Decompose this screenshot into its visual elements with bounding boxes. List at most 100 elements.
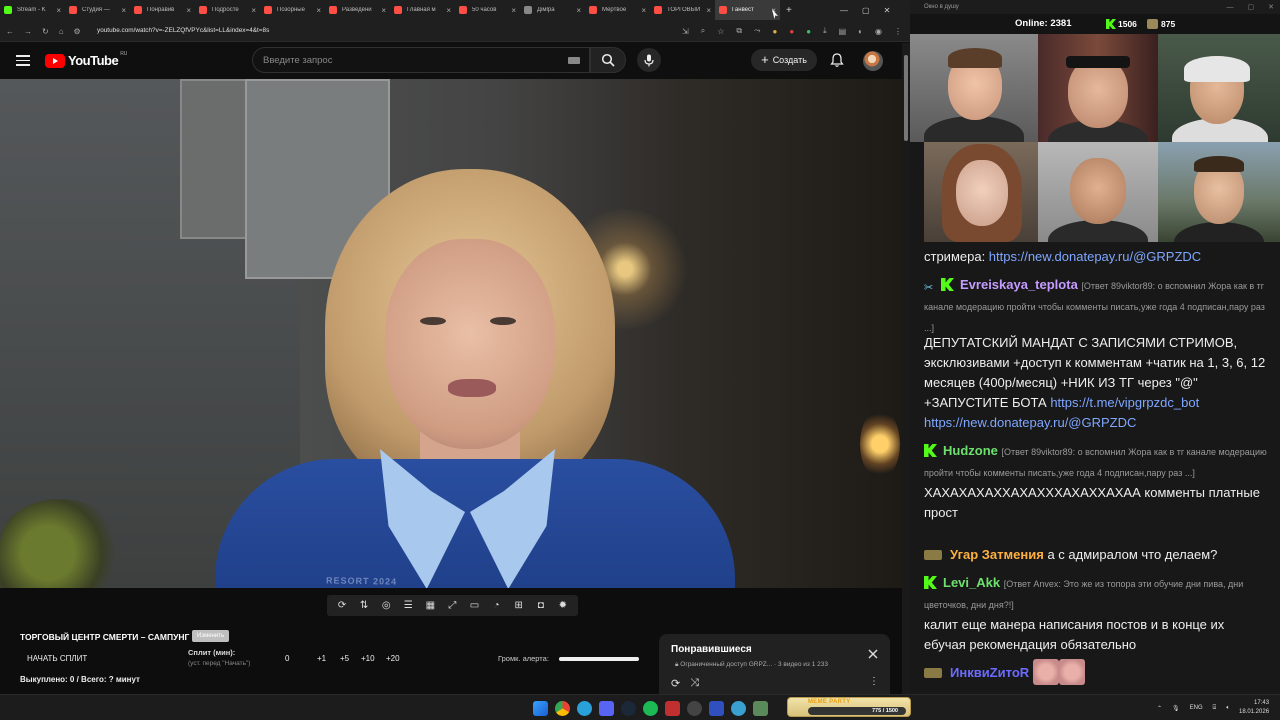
back-icon[interactable]: ← bbox=[6, 27, 14, 36]
volume-icon[interactable]: 🔈︎ bbox=[1226, 705, 1230, 712]
cast-icon[interactable]: ⤳ bbox=[754, 26, 760, 36]
camera-icon[interactable]: ◘ bbox=[534, 599, 548, 613]
extension-green-icon[interactable]: ● bbox=[806, 27, 811, 36]
tab-close-icon[interactable]: × bbox=[186, 6, 191, 15]
chat-link[interactable]: https://new.donatepay.ru/@GRPZDC bbox=[989, 249, 1201, 264]
browser-tab[interactable]: Разведени × bbox=[325, 0, 390, 20]
close-icon[interactable] bbox=[867, 648, 879, 660]
browser-tab[interactable]: Дiмlра × bbox=[520, 0, 585, 20]
tab-close-icon[interactable]: × bbox=[316, 6, 321, 15]
tab-close-icon[interactable]: × bbox=[511, 6, 516, 15]
alert-volume-slider[interactable] bbox=[559, 657, 639, 661]
chrome-icon[interactable] bbox=[555, 700, 570, 716]
discord-icon[interactable] bbox=[599, 700, 614, 716]
speed-icon[interactable]: ◔ bbox=[490, 599, 504, 613]
split-plus-1-button[interactable]: +1 bbox=[317, 654, 326, 663]
page-scrollbar[interactable] bbox=[902, 43, 910, 694]
app-icon[interactable] bbox=[665, 700, 680, 716]
search-button[interactable] bbox=[590, 47, 626, 73]
tab-close-icon[interactable]: × bbox=[576, 6, 581, 15]
windows-start-icon[interactable] bbox=[533, 700, 548, 716]
browser-tab[interactable]: Ганвест × bbox=[715, 0, 780, 20]
extension-red-icon[interactable]: ● bbox=[789, 27, 794, 36]
loop-playlist-icon[interactable]: ⟳ bbox=[671, 677, 680, 690]
account-avatar[interactable] bbox=[863, 51, 883, 71]
grid-app-icon[interactable] bbox=[753, 700, 768, 716]
more-vert-icon[interactable]: ⋮ bbox=[869, 676, 879, 687]
chat-link[interactable]: https://new.donatepay.ru/@GRPZDC bbox=[924, 415, 1136, 430]
meme-party-widget[interactable]: MEME PARTY 775 / 1500 bbox=[787, 697, 911, 717]
chat-link[interactable]: https://t.me/vipgrpzdc_bot bbox=[1050, 395, 1199, 410]
browser-tab[interactable]: 50 часов × bbox=[455, 0, 520, 20]
obs-icon[interactable] bbox=[687, 700, 702, 716]
zoom-icon[interactable]: ⌕ bbox=[701, 26, 705, 36]
liked-playlist-title[interactable]: Понравившиеся bbox=[671, 644, 752, 655]
search-input[interactable]: Введите запрос bbox=[252, 47, 590, 73]
broadcast-icon[interactable]: ◎ bbox=[379, 599, 393, 613]
change-game-button[interactable]: Изменить bbox=[192, 630, 230, 642]
tab-close-icon[interactable]: × bbox=[706, 6, 711, 15]
maximize-icon[interactable]: ▢ bbox=[862, 6, 870, 15]
playlist-icon[interactable]: ☰ bbox=[401, 599, 415, 613]
bookmark-star-icon[interactable]: ☆ bbox=[717, 27, 724, 36]
voice-search-button[interactable] bbox=[637, 48, 661, 72]
minimize-icon[interactable]: — bbox=[840, 6, 848, 15]
sort-icon[interactable]: ⇅ bbox=[357, 599, 371, 613]
telegram-alt-icon[interactable] bbox=[731, 700, 746, 716]
minimize-icon[interactable]: — bbox=[1227, 4, 1234, 11]
youtube-logo[interactable]: YouTube RU bbox=[45, 51, 127, 68]
browser-menu-icon[interactable]: ⋮ bbox=[894, 27, 902, 36]
site-info-icon[interactable]: ⚙ bbox=[74, 27, 81, 36]
home-icon[interactable]: ⌂ bbox=[59, 27, 64, 36]
film-icon[interactable]: ▦ bbox=[423, 599, 437, 613]
settings-gear-icon[interactable]: ✹ bbox=[556, 599, 570, 613]
chat-username[interactable]: ИнквиZитоR bbox=[950, 665, 1029, 680]
start-split-button[interactable]: НАЧАТЬ СПЛИТ bbox=[27, 654, 87, 663]
scrollbar-thumb[interactable] bbox=[904, 55, 908, 141]
taskbar-clock[interactable]: 17:43 18.01.2026 bbox=[1239, 699, 1269, 717]
resize-icon[interactable]: ⤢ bbox=[445, 599, 459, 613]
loop-icon[interactable]: ⟳ bbox=[335, 599, 349, 613]
tab-close-icon[interactable]: × bbox=[641, 6, 646, 15]
captions-icon[interactable]: ▭ bbox=[468, 599, 482, 613]
browser-tab[interactable]: Главная м × bbox=[390, 0, 455, 20]
tab-close-icon[interactable]: × bbox=[381, 6, 386, 15]
split-plus-20-button[interactable]: +20 bbox=[386, 654, 400, 663]
mic-tray-icon[interactable]: 🎙︎ bbox=[1172, 705, 1180, 712]
media-icon[interactable] bbox=[709, 700, 724, 716]
chat-username[interactable]: Levi_Akk bbox=[943, 575, 1000, 590]
close-icon[interactable]: ✕ bbox=[1268, 3, 1274, 11]
chat-username[interactable]: Evreiskaya_teplota bbox=[960, 277, 1078, 292]
browser-tab[interactable]: Позорные × bbox=[260, 0, 325, 20]
tab-close-icon[interactable]: × bbox=[56, 6, 61, 15]
steam-icon[interactable] bbox=[621, 700, 636, 716]
chat-username[interactable]: Hudzone bbox=[943, 443, 998, 458]
tab-close-icon[interactable]: × bbox=[446, 6, 451, 15]
maximize-icon[interactable]: ▢ bbox=[1248, 3, 1255, 11]
language-indicator[interactable]: ENG bbox=[1190, 705, 1203, 711]
browser-tab[interactable]: Студия — × bbox=[65, 0, 130, 20]
download-icon[interactable]: ⤓ bbox=[823, 26, 827, 36]
forward-icon[interactable]: → bbox=[24, 27, 32, 36]
browser-tab[interactable]: Stream - K × bbox=[0, 0, 65, 20]
shuffle-icon[interactable]: ⤨ bbox=[690, 677, 699, 690]
network-icon[interactable]: ⌸ bbox=[1213, 705, 1217, 712]
browser-tab[interactable]: Мертвое × bbox=[585, 0, 650, 20]
url-field[interactable]: youtube.com/watch?v=-ZELZQfVPYc&list=LL&… bbox=[97, 24, 269, 38]
tab-close-icon[interactable]: × bbox=[121, 6, 126, 15]
spotify-icon[interactable] bbox=[643, 700, 658, 716]
new-tab-icon[interactable]: + bbox=[786, 5, 792, 16]
add-icon[interactable]: ⊞ bbox=[512, 599, 526, 613]
tray-chevron-icon[interactable]: ⌃ bbox=[1157, 705, 1162, 712]
keyboard-icon[interactable] bbox=[568, 57, 580, 64]
browser-tab[interactable]: Понравив × bbox=[130, 0, 195, 20]
reload-icon[interactable]: ↻ bbox=[42, 27, 49, 36]
video-player[interactable]: RESORT 2024 bbox=[0, 79, 902, 588]
notifications-bell-icon[interactable] bbox=[829, 52, 845, 68]
close-icon[interactable]: ✕ bbox=[884, 6, 891, 15]
create-button[interactable]: + Создать bbox=[751, 49, 817, 71]
browser-tab[interactable]: Подросте × bbox=[195, 0, 260, 20]
sidebar-icon[interactable]: ▤ bbox=[839, 27, 847, 36]
install-icon[interactable]: ⇲ bbox=[682, 27, 689, 36]
chat-username[interactable]: Угар Затмения bbox=[950, 547, 1044, 562]
